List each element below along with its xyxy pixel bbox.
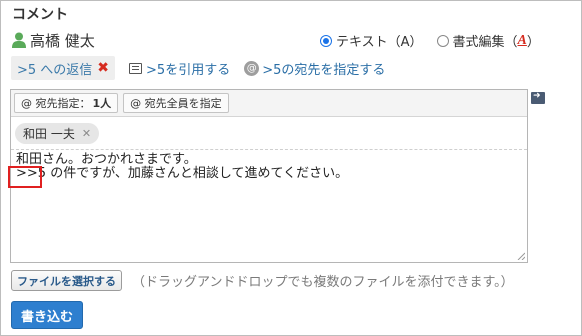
at-icon: @	[130, 96, 142, 110]
quote-link[interactable]: >5を引用する	[129, 59, 230, 78]
rich-mode-shortcut: A	[517, 32, 527, 48]
all-addressees-button[interactable]: @ 宛先全員を指定	[123, 93, 229, 113]
user-name: 高橋 健太	[30, 31, 95, 50]
rich-mode-label-suffix: ）	[526, 35, 540, 50]
comment-line: >>5 の件ですが、加藤さんと相談して進めてください。	[16, 166, 349, 181]
reply-target-chip: >5 への返信 ✖	[11, 56, 116, 80]
at-icon: @	[21, 96, 32, 110]
current-user: 高橋 健太	[12, 30, 95, 50]
rich-mode-label: 書式編集（	[452, 35, 518, 50]
close-icon[interactable]: ✖	[97, 60, 109, 76]
anchor-highlight	[8, 166, 42, 188]
quote-link-label: >5を引用する	[146, 62, 231, 78]
quote-icon	[129, 62, 143, 74]
set-addressee-link[interactable]: @ >5の宛先を指定する	[244, 59, 385, 78]
addressee-count-button[interactable]: @ 宛先指定： 1人	[14, 93, 119, 113]
all-addressees-label: 宛先全員を指定	[144, 97, 222, 110]
comment-textarea[interactable]: 和田さん。おつかれさまです。 >>5 の件ですが、加藤さんと相談して進めてください…	[8, 150, 527, 188]
addressee-count: 1人	[92, 97, 112, 110]
expand-editor-icon[interactable]	[531, 91, 545, 104]
text-mode-radio[interactable]	[320, 34, 332, 47]
rich-mode-option[interactable]: 書式編集（ A）	[436, 31, 540, 50]
text-mode-label: テキスト（A）	[336, 35, 423, 50]
reply-target-label: >5 への返信	[17, 62, 93, 78]
comment-line: 和田さん。おつかれさまです。	[16, 152, 197, 167]
attachment-hint: （ドラッグアンドドロップでも複数のファイルを添付できます。）	[132, 275, 514, 290]
format-mode: テキスト（A） 書式編集（ A）	[320, 31, 554, 50]
addressee-count-label: 宛先指定：	[35, 97, 91, 110]
comment-editor[interactable]: @ 宛先指定： 1人 @ 宛先全員を指定 和田 一夫 ✕ 和田さん。おつかれさまで…	[8, 89, 528, 263]
addressee-chip: 和田 一夫 ✕	[15, 122, 100, 144]
resize-handle-icon[interactable]	[517, 252, 525, 260]
attachment-row: ファイルを選択する （ドラッグアンドドロップでも複数のファイルを添付できます。）	[11, 270, 514, 291]
addressee-name: 和田 一夫	[23, 126, 75, 141]
set-addressee-label: >5の宛先を指定する	[262, 62, 386, 78]
remove-addressee-icon[interactable]: ✕	[82, 127, 91, 140]
reply-bar: >5 への返信 ✖ >5を引用する @ >5の宛先を指定する	[11, 56, 385, 80]
submit-button[interactable]: 書き込む	[11, 301, 84, 329]
rich-mode-radio[interactable]	[436, 34, 449, 47]
at-icon: @	[244, 60, 260, 76]
addressee-toolbar: @ 宛先指定： 1人 @ 宛先全員を指定	[11, 90, 527, 117]
user-icon	[12, 32, 26, 48]
form-title: コメント	[12, 7, 68, 23]
addressee-list: 和田 一夫 ✕	[11, 117, 527, 150]
select-file-button[interactable]: ファイルを選択する	[11, 270, 122, 291]
text-mode-option[interactable]: テキスト（A）	[320, 31, 423, 50]
